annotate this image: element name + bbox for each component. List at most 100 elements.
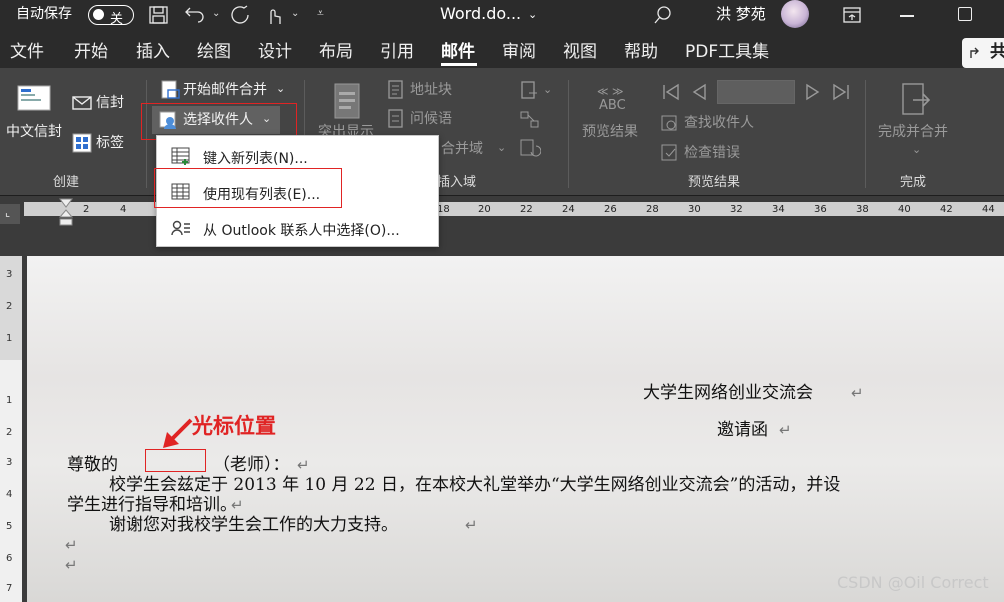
- menu-item-outlook-contacts[interactable]: 从 Outlook 联系人中选择(O)...: [157, 211, 438, 245]
- minimize-icon[interactable]: [900, 15, 914, 17]
- ruler-tick: 40: [898, 204, 911, 215]
- tab-mailings[interactable]: 邮件: [441, 44, 475, 61]
- undo-icon[interactable]: [184, 5, 208, 25]
- tab-insert[interactable]: 插入: [136, 44, 170, 61]
- share-button[interactable]: 共: [962, 38, 1004, 68]
- find-recipient-button[interactable]: 查找收件人: [684, 116, 754, 130]
- previous-record-icon[interactable]: [690, 82, 710, 102]
- paragraph-mark: ↵: [65, 556, 78, 574]
- labels-icon: [72, 133, 92, 153]
- insert-merge-field-button[interactable]: 合并域: [441, 142, 483, 156]
- last-record-icon[interactable]: [830, 82, 852, 102]
- tab-pdf-tools[interactable]: PDF工具集: [685, 44, 769, 61]
- document-page[interactable]: 大学生网络创业交流会 ↵ 邀请函 ↵ 尊敬的 （老师）： ↵ 校学生会兹定于 2…: [27, 256, 1004, 602]
- envelope-icon: [72, 96, 92, 110]
- salutation-suffix: （老师）：: [213, 455, 290, 475]
- customize-toolbar-icon[interactable]: ⩡: [317, 7, 324, 19]
- tab-stop-icon: ⌞: [5, 206, 11, 219]
- start-merge-dropdown-icon[interactable]: ⌄: [276, 83, 285, 94]
- new-list-icon: [171, 147, 190, 165]
- ruler-tick: 2: [83, 204, 90, 215]
- touch-mode-icon[interactable]: [263, 4, 285, 26]
- ruler-tick: 26: [604, 204, 617, 215]
- finish-merge-button[interactable]: 完成并合并: [878, 125, 948, 139]
- tab-home[interactable]: 开始: [74, 44, 108, 61]
- abc-label: ABC: [599, 98, 626, 113]
- cursor-position-label: 光标位置: [192, 414, 276, 438]
- next-record-icon[interactable]: [802, 82, 822, 102]
- ruler-tick: 42: [940, 204, 953, 215]
- touch-dropdown-icon[interactable]: ⌄: [291, 9, 299, 19]
- address-block-icon: [388, 80, 403, 99]
- share-icon: [970, 47, 979, 58]
- body-line-2: 学生进行指导和培训。: [67, 495, 237, 515]
- tab-help[interactable]: 帮助: [624, 44, 658, 61]
- body-line-1: 校学生会兹定于 2013 年 10 月 22 日，在本校大礼堂举办“大学生网络创…: [109, 475, 841, 495]
- match-fields-icon[interactable]: [519, 110, 541, 130]
- title-dropdown-icon[interactable]: ⌄: [528, 9, 537, 20]
- finish-dropdown-icon[interactable]: ⌄: [912, 144, 921, 155]
- search-icon[interactable]: [652, 4, 674, 26]
- document-title[interactable]: Word.do...: [440, 6, 521, 22]
- ruler-tick: 36: [814, 204, 827, 215]
- labels-button[interactable]: 标签: [96, 136, 124, 150]
- ruler-tick: 4: [120, 204, 127, 215]
- rules-dropdown-icon[interactable]: ⌄: [543, 84, 552, 95]
- user-name[interactable]: 洪 梦苑: [716, 7, 766, 22]
- chinese-envelope-button[interactable]: 中文信封: [6, 125, 62, 139]
- insert-fields-group-label: 插入域: [437, 175, 477, 190]
- preview-chevrons-icon: ≪ ≫: [597, 85, 624, 98]
- vruler-tick: 1: [6, 333, 13, 344]
- tab-design[interactable]: 设计: [258, 44, 292, 61]
- body-line-3: 谢谢您对我校学生会工作的大力支持。: [109, 515, 398, 535]
- first-record-icon[interactable]: [660, 82, 682, 102]
- envelope-button[interactable]: 信封: [96, 96, 124, 110]
- address-block-button[interactable]: 地址块: [410, 83, 452, 97]
- share-label: 共: [990, 42, 1004, 62]
- ribbon-display-icon[interactable]: [842, 5, 862, 25]
- finish-group-label: 完成: [900, 175, 927, 190]
- redo-icon[interactable]: [230, 4, 254, 26]
- record-number-input[interactable]: [717, 80, 795, 104]
- tab-draw[interactable]: 绘图: [197, 44, 231, 61]
- maximize-icon[interactable]: [958, 7, 972, 21]
- start-mail-merge-button[interactable]: 开始邮件合并: [183, 83, 267, 97]
- insert-field-dropdown-icon[interactable]: ⌄: [497, 142, 506, 153]
- rules-icon[interactable]: [519, 81, 541, 101]
- indent-marker-icon[interactable]: [59, 198, 73, 226]
- paragraph-mark: ↵: [65, 536, 78, 554]
- ruler-tick: 34: [772, 204, 785, 215]
- preview-results-button[interactable]: 预览结果: [582, 125, 638, 139]
- start-merge-icon: [161, 80, 180, 99]
- paragraph-mark: ↵: [779, 421, 792, 439]
- tab-references[interactable]: 引用: [380, 44, 414, 61]
- paragraph-mark: ↵: [851, 384, 864, 402]
- ruler-tick: 24: [562, 204, 575, 215]
- paragraph-mark: ↵: [465, 516, 478, 534]
- update-labels-icon[interactable]: [519, 138, 541, 158]
- autosave-toggle[interactable]: 关: [88, 5, 134, 27]
- autosave-label: 自动保存: [16, 6, 72, 22]
- tab-file[interactable]: 文件: [10, 44, 44, 61]
- vruler-tick: 3: [6, 457, 13, 468]
- ruler-tick: 28: [646, 204, 659, 215]
- vruler-tick: 1: [6, 395, 13, 406]
- vruler-tick: 3: [6, 269, 13, 280]
- save-icon[interactable]: [148, 5, 170, 25]
- check-errors-button[interactable]: 检查错误: [684, 146, 740, 160]
- tab-layout[interactable]: 布局: [319, 44, 353, 61]
- doc-title: 大学生网络创业交流会: [643, 383, 813, 403]
- tab-view[interactable]: 视图: [563, 44, 597, 61]
- highlight-fields-icon: [334, 83, 360, 119]
- find-recipient-icon: [661, 115, 677, 131]
- greeting-line-button[interactable]: 问候语: [410, 112, 452, 126]
- ruler-tick: 30: [688, 204, 701, 215]
- tab-selector[interactable]: ⌞: [0, 204, 20, 224]
- tab-review[interactable]: 审阅: [502, 44, 536, 61]
- chinese-envelope-icon: [17, 85, 51, 111]
- avatar[interactable]: [781, 0, 809, 28]
- undo-dropdown-icon[interactable]: ⌄: [212, 9, 220, 19]
- ruler-tick: 20: [478, 204, 491, 215]
- check-errors-icon: [661, 144, 677, 161]
- ruler-tick: 38: [856, 204, 869, 215]
